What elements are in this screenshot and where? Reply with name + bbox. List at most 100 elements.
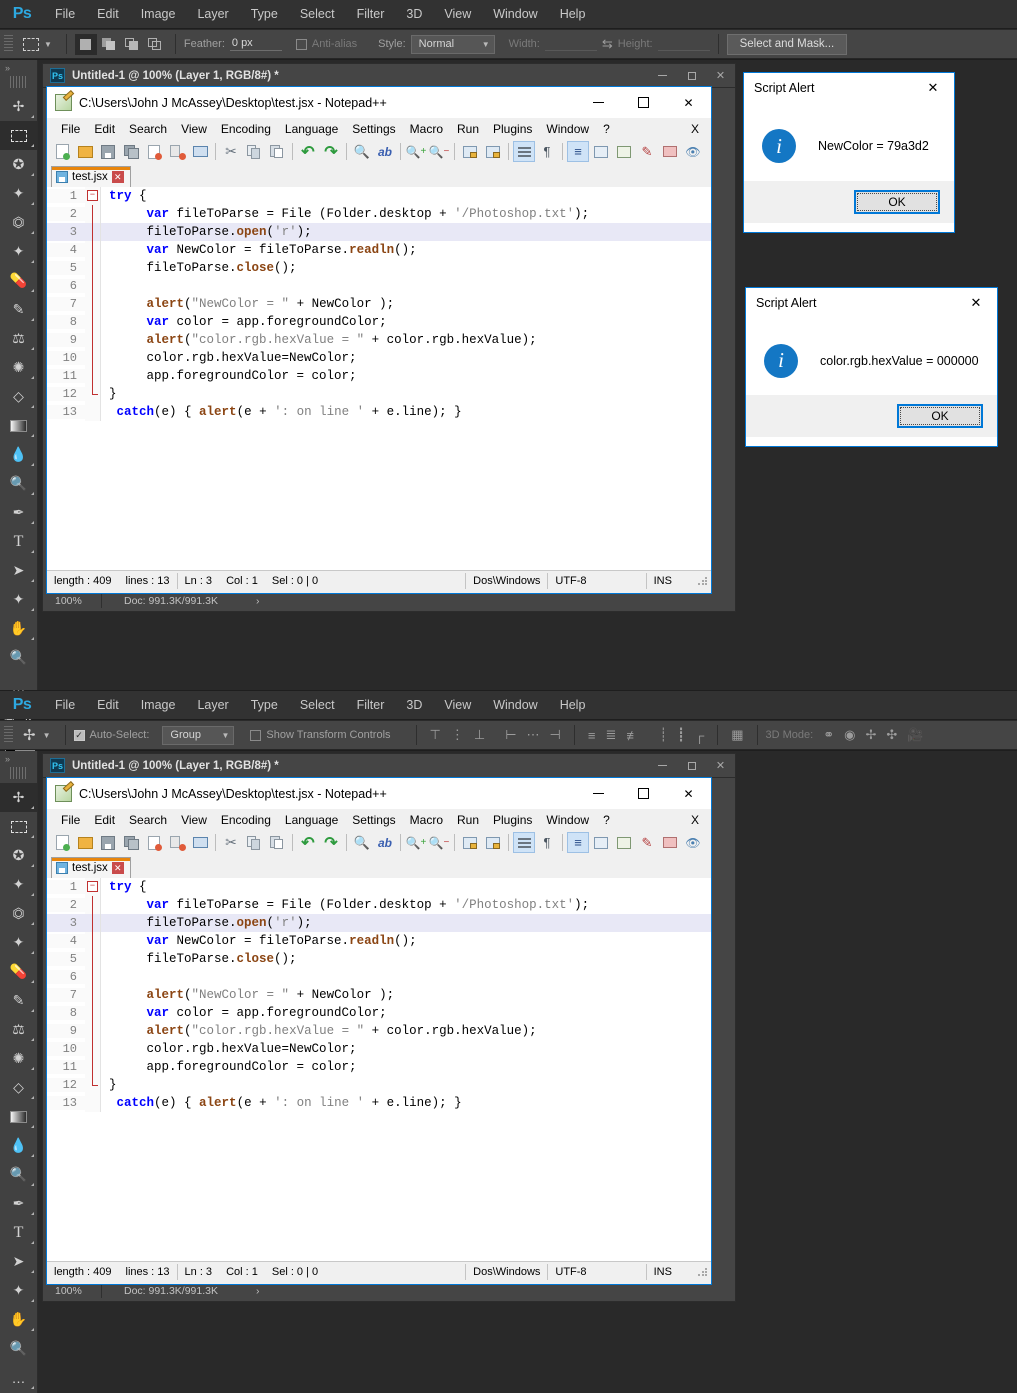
code-line[interactable]: 10 color.rgb.hexValue=NewColor; — [47, 1040, 711, 1058]
code-line[interactable]: 3 fileToParse.open('r'); — [47, 914, 711, 932]
3d-pan-icon[interactable]: ✢ — [865, 727, 876, 743]
chevron-down-icon[interactable]: ▼ — [43, 731, 51, 740]
function-list-icon[interactable]: ✎ — [636, 141, 658, 162]
status-expand-icon[interactable]: › — [218, 1285, 260, 1297]
menu-filter[interactable]: Filter — [346, 691, 396, 719]
word-wrap-icon[interactable] — [513, 141, 535, 162]
code-line[interactable]: 8 var color = app.foregroundColor; — [47, 1004, 711, 1022]
window-minimize-button[interactable] — [576, 778, 621, 809]
code-editor-bottom[interactable]: 1− try {2 var fileToParse = File (Folder.… — [47, 878, 711, 1261]
dialog-titlebar[interactable]: Script Alert ✕ — [744, 73, 954, 103]
monitoring-icon[interactable]: 👁 — [682, 832, 704, 853]
tool-magic-wand[interactable]: ✦ — [0, 179, 37, 208]
new-file-icon[interactable] — [51, 832, 73, 853]
tool-path-selection[interactable]: ➤ — [0, 556, 37, 585]
code-line[interactable]: 7 alert("NewColor = " + NewColor ); — [47, 295, 711, 313]
folder-workspace-icon[interactable] — [659, 141, 681, 162]
tool-type[interactable]: T — [0, 527, 37, 556]
code-line[interactable]: 1− try { — [47, 878, 711, 896]
sync-vertical-icon[interactable] — [459, 832, 481, 853]
npp-menu-view[interactable]: View — [174, 122, 214, 136]
menu-view[interactable]: View — [433, 0, 482, 28]
find-icon[interactable]: 🔍 — [351, 832, 373, 853]
toolbar-collapse-icon[interactable]: » — [0, 751, 37, 767]
document-maximize-button[interactable] — [677, 64, 706, 88]
swap-arrows-icon[interactable]: ⇆ — [602, 36, 613, 52]
fold-margin[interactable]: − — [85, 187, 101, 205]
code-line[interactable]: 3 fileToParse.open('r'); — [47, 223, 711, 241]
select-and-mask-button[interactable]: Select and Mask... — [726, 33, 848, 55]
fold-margin[interactable] — [85, 1004, 101, 1022]
options-grip[interactable] — [4, 35, 13, 53]
npp-menu-encoding[interactable]: Encoding — [214, 813, 278, 827]
distribute-horizontal-center-icon[interactable]: ┋ — [677, 727, 685, 743]
style-select[interactable]: Normal ▼ — [410, 34, 495, 54]
document-maximize-button[interactable] — [677, 754, 706, 778]
add-to-selection-button[interactable] — [98, 34, 120, 55]
tool-blur[interactable]: 💧 — [0, 440, 37, 469]
code-line[interactable]: 6 — [47, 277, 711, 295]
document-titlebar[interactable]: Ps Untitled-1 @ 100% (Layer 1, RGB/8#) *… — [43, 754, 735, 778]
close-icon[interactable]: ✕ — [111, 171, 124, 183]
height-input[interactable] — [657, 37, 710, 51]
show-doc-map-icon[interactable] — [613, 141, 635, 162]
zoom-out-icon[interactable]: 🔍 − — [428, 832, 450, 853]
distribute-top-icon[interactable]: ≡ — [588, 728, 596, 743]
fold-margin[interactable]: − — [85, 878, 101, 896]
menu-edit[interactable]: Edit — [86, 691, 130, 719]
fold-collapse-icon[interactable]: − — [87, 190, 98, 201]
zoom-in-icon[interactable]: 🔍 + — [405, 141, 427, 162]
npp-menu-plugins[interactable]: Plugins — [486, 122, 539, 136]
sync-vertical-icon[interactable] — [459, 141, 481, 162]
npp-menu-close-document[interactable]: X — [691, 122, 711, 136]
copy-icon[interactable] — [243, 832, 265, 853]
npp-menu-macro[interactable]: Macro — [403, 122, 450, 136]
code-line[interactable]: 4 var NewColor = fileToParse.readln(); — [47, 241, 711, 259]
width-input[interactable] — [544, 37, 597, 51]
distribute-left-icon[interactable]: ┊ — [659, 727, 667, 743]
marquee-tool-preset[interactable]: ▼ — [23, 37, 58, 51]
tool-lasso[interactable]: ✪ — [0, 841, 37, 870]
paste-icon[interactable] — [266, 832, 288, 853]
3d-orbit-icon[interactable]: ⚭ — [823, 727, 834, 743]
save-icon[interactable] — [97, 832, 119, 853]
tab-test-jsx[interactable]: test.jsx ✕ — [51, 166, 131, 187]
open-file-icon[interactable] — [74, 141, 96, 162]
redo-icon[interactable]: ↷ — [320, 832, 342, 853]
tool-eyedropper[interactable]: ✦ — [0, 928, 37, 957]
code-line[interactable]: 9 alert("color.rgb.hexValue = " + color.… — [47, 331, 711, 349]
show-all-chars-icon[interactable]: ¶ — [536, 832, 558, 853]
fold-margin[interactable] — [85, 968, 101, 986]
menu-file[interactable]: File — [44, 0, 86, 28]
fold-margin[interactable] — [85, 403, 101, 421]
toolbar-collapse-icon[interactable]: » — [0, 60, 37, 76]
tool-zoom[interactable]: 🔍 — [0, 1334, 37, 1363]
npp-menu-search[interactable]: Search — [122, 122, 174, 136]
fold-margin[interactable] — [85, 1022, 101, 1040]
distribute-right-icon[interactable]: ┌ — [695, 728, 704, 743]
code-line[interactable]: 4 var NewColor = fileToParse.readln(); — [47, 932, 711, 950]
replace-icon[interactable]: ab — [374, 141, 396, 162]
fold-margin[interactable] — [85, 295, 101, 313]
window-maximize-button[interactable] — [621, 778, 666, 809]
replace-icon[interactable]: ab — [374, 832, 396, 853]
zoom-out-icon[interactable]: 🔍 − — [428, 141, 450, 162]
tool-dodge[interactable]: 🔍 — [0, 1160, 37, 1189]
tool-healing-brush[interactable]: 💊 — [0, 266, 37, 295]
code-line[interactable]: 11 app.foregroundColor = color; — [47, 1058, 711, 1076]
tool-history-brush[interactable]: ✺ — [0, 353, 37, 382]
code-line[interactable]: 13 catch(e) { alert(e + ': on line ' + e… — [47, 403, 711, 421]
menu-layer[interactable]: Layer — [186, 691, 239, 719]
tool-zoom[interactable]: 🔍 — [0, 643, 37, 672]
fold-margin[interactable] — [85, 932, 101, 950]
fold-margin[interactable] — [85, 914, 101, 932]
indent-guide-icon[interactable]: ≡ — [567, 141, 589, 162]
notepadpp-titlebar[interactable]: C:\Users\John J McAssey\Desktop\test.jsx… — [47, 87, 711, 118]
zoom-level[interactable]: 100% — [43, 595, 101, 607]
redo-icon[interactable]: ↷ — [320, 141, 342, 162]
document-minimize-button[interactable] — [648, 754, 677, 778]
close-all-icon[interactable] — [166, 832, 188, 853]
code-line[interactable]: 12} — [47, 385, 711, 403]
close-icon[interactable]: ✕ — [955, 288, 997, 318]
npp-menu-run[interactable]: Run — [450, 122, 486, 136]
